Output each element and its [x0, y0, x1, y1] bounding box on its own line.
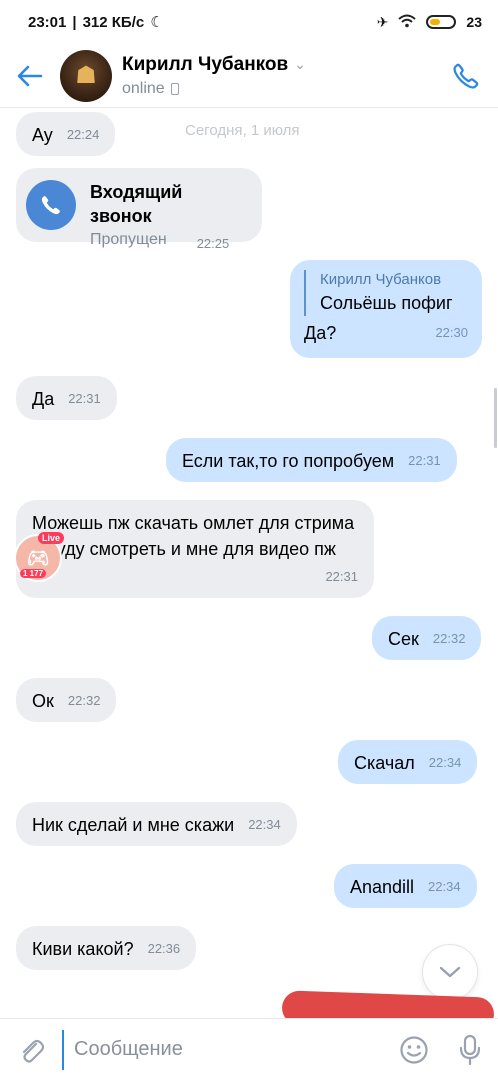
message-text: Киви какой? — [32, 939, 134, 959]
message-time: 22:34 — [248, 817, 281, 832]
message-time: 22:32 — [67, 693, 101, 708]
live-stream-badge[interactable]: Live 🎮︎ 1 177 — [14, 532, 65, 582]
message-incoming[interactable]: Киви какой? 22:36 — [16, 926, 197, 970]
wifi-icon — [398, 14, 417, 31]
call-subline: Пропущен 22:25 — [90, 228, 246, 256]
reply-text: Сольёшь пофиг — [320, 293, 453, 313]
message-time: 22:32 — [432, 631, 466, 646]
status-divider: | — [72, 13, 77, 31]
message-input[interactable] — [62, 1029, 386, 1070]
live-viewer-count: 1 177 — [20, 569, 47, 578]
contact-name: Кирилл Чубанков — [122, 53, 289, 75]
message-outgoing[interactable]: Если так,то го попробуем 22:31 — [166, 438, 457, 482]
message-time: 22:31 — [68, 391, 101, 406]
airplane-icon: ✈ — [376, 13, 389, 30]
reply-quote[interactable]: Кирилл Чубанков Сольёшь пофиг — [304, 270, 468, 316]
back-button[interactable] — [0, 44, 60, 108]
chat-title: Кирилл Чубанков ⌄ — [122, 54, 434, 76]
chat-header: ☗ Кирилл Чубанков ⌄ online — [0, 44, 498, 108]
status-right: ✈ 23 — [377, 14, 482, 31]
message-text: Да — [32, 389, 55, 409]
battery-icon — [426, 15, 457, 29]
message-time: 22:31 — [408, 453, 441, 468]
message-text: Ник сделай и мне скажи — [32, 815, 235, 835]
message-time: 22:31 — [325, 569, 358, 584]
message-incoming[interactable]: Ау 22:24 — [16, 112, 116, 156]
message-text: Ок — [32, 691, 54, 711]
message-outgoing[interactable]: Anandill 22:34 — [334, 864, 477, 908]
message-text: Да? — [304, 323, 337, 343]
attach-button[interactable] — [0, 1019, 62, 1080]
gamepad-icon: 🎮︎ — [26, 547, 50, 568]
reply-body: Да? 22:30 — [304, 320, 468, 346]
paperclip-icon — [22, 1039, 44, 1063]
message-incoming[interactable]: Да 22:31 — [16, 376, 117, 420]
call-title: Входящий звонок — [90, 182, 183, 226]
message-time: 22:30 — [435, 325, 468, 340]
message-time: 22:34 — [428, 755, 462, 770]
chevron-down-icon: ⌄ — [294, 56, 306, 72]
message-text: Можешь пж скачать омлет для стрима я буд… — [32, 513, 355, 559]
message-text: Ау — [32, 125, 53, 145]
message-incoming[interactable]: Ник сделай и мне скажи 22:34 — [16, 802, 297, 846]
call-info: Входящий звонок Пропущен 22:25 — [90, 180, 246, 256]
message-composer — [0, 1018, 498, 1080]
call-status: Пропущен — [90, 231, 167, 248]
live-tag: Live — [38, 532, 65, 544]
moon-icon: ☾ — [150, 14, 164, 31]
message-text: Сек — [388, 629, 419, 649]
avatar[interactable]: ☗ — [60, 49, 112, 102]
scrollbar[interactable] — [494, 388, 497, 448]
arrow-left-icon — [17, 65, 43, 86]
message-time: 22:34 — [428, 879, 461, 894]
phone-icon — [41, 196, 60, 215]
message-incoming[interactable]: Ок 22:32 — [16, 678, 117, 722]
message-outgoing[interactable]: Скачал 22:34 — [338, 740, 478, 784]
emoji-button[interactable] — [386, 1019, 442, 1080]
phone-icon — [453, 63, 479, 89]
chat-title-block[interactable]: Кирилл Чубанков ⌄ online — [122, 54, 434, 98]
microphone-icon — [459, 1034, 481, 1065]
avatar-glyph: ☗ — [75, 62, 97, 89]
date-divider: Сегодня, 1 июля — [185, 122, 300, 139]
online-status: online — [122, 79, 165, 97]
message-list[interactable]: Сегодня, 1 июля Ау 22:24 Входящий звонок… — [0, 108, 498, 1018]
missed-call-message[interactable]: Входящий звонок Пропущен 22:25 — [16, 168, 262, 251]
smile-icon — [400, 1035, 428, 1064]
call-button[interactable] — [434, 44, 498, 108]
scroll-down-button[interactable] — [422, 944, 478, 1000]
battery-level: 23 — [466, 14, 482, 30]
call-icon-circle — [26, 180, 76, 230]
reply-author: Кирилл Чубанков — [320, 271, 442, 288]
message-outgoing[interactable]: Сек 22:32 — [372, 616, 482, 660]
message-outgoing-reply[interactable]: Кирилл Чубанков Сольёшь пофиг Да? 22:30 — [290, 260, 482, 358]
message-time: 22:24 — [66, 127, 100, 142]
mobile-icon — [170, 82, 179, 95]
message-time: 22:25 — [196, 236, 230, 251]
chevron-down-icon — [439, 966, 461, 978]
chat-status: online — [122, 80, 434, 98]
message-text: Если так,то го попробуем — [182, 451, 395, 471]
message-text: Anandill — [350, 877, 415, 897]
voice-message-button[interactable] — [442, 1019, 498, 1080]
status-bar: 23:01 | 312 КБ/с ☾ ✈ 23 — [0, 0, 498, 44]
status-left: 23:01 | 312 КБ/с ☾ — [28, 13, 164, 32]
status-time: 23:01 — [28, 13, 67, 31]
message-text: Скачал — [354, 753, 415, 773]
message-time: 22:36 — [147, 941, 181, 956]
status-speed: 312 КБ/с — [82, 13, 145, 31]
message-incoming[interactable]: Можешь пж скачать омлет для стрима я буд… — [16, 500, 374, 598]
